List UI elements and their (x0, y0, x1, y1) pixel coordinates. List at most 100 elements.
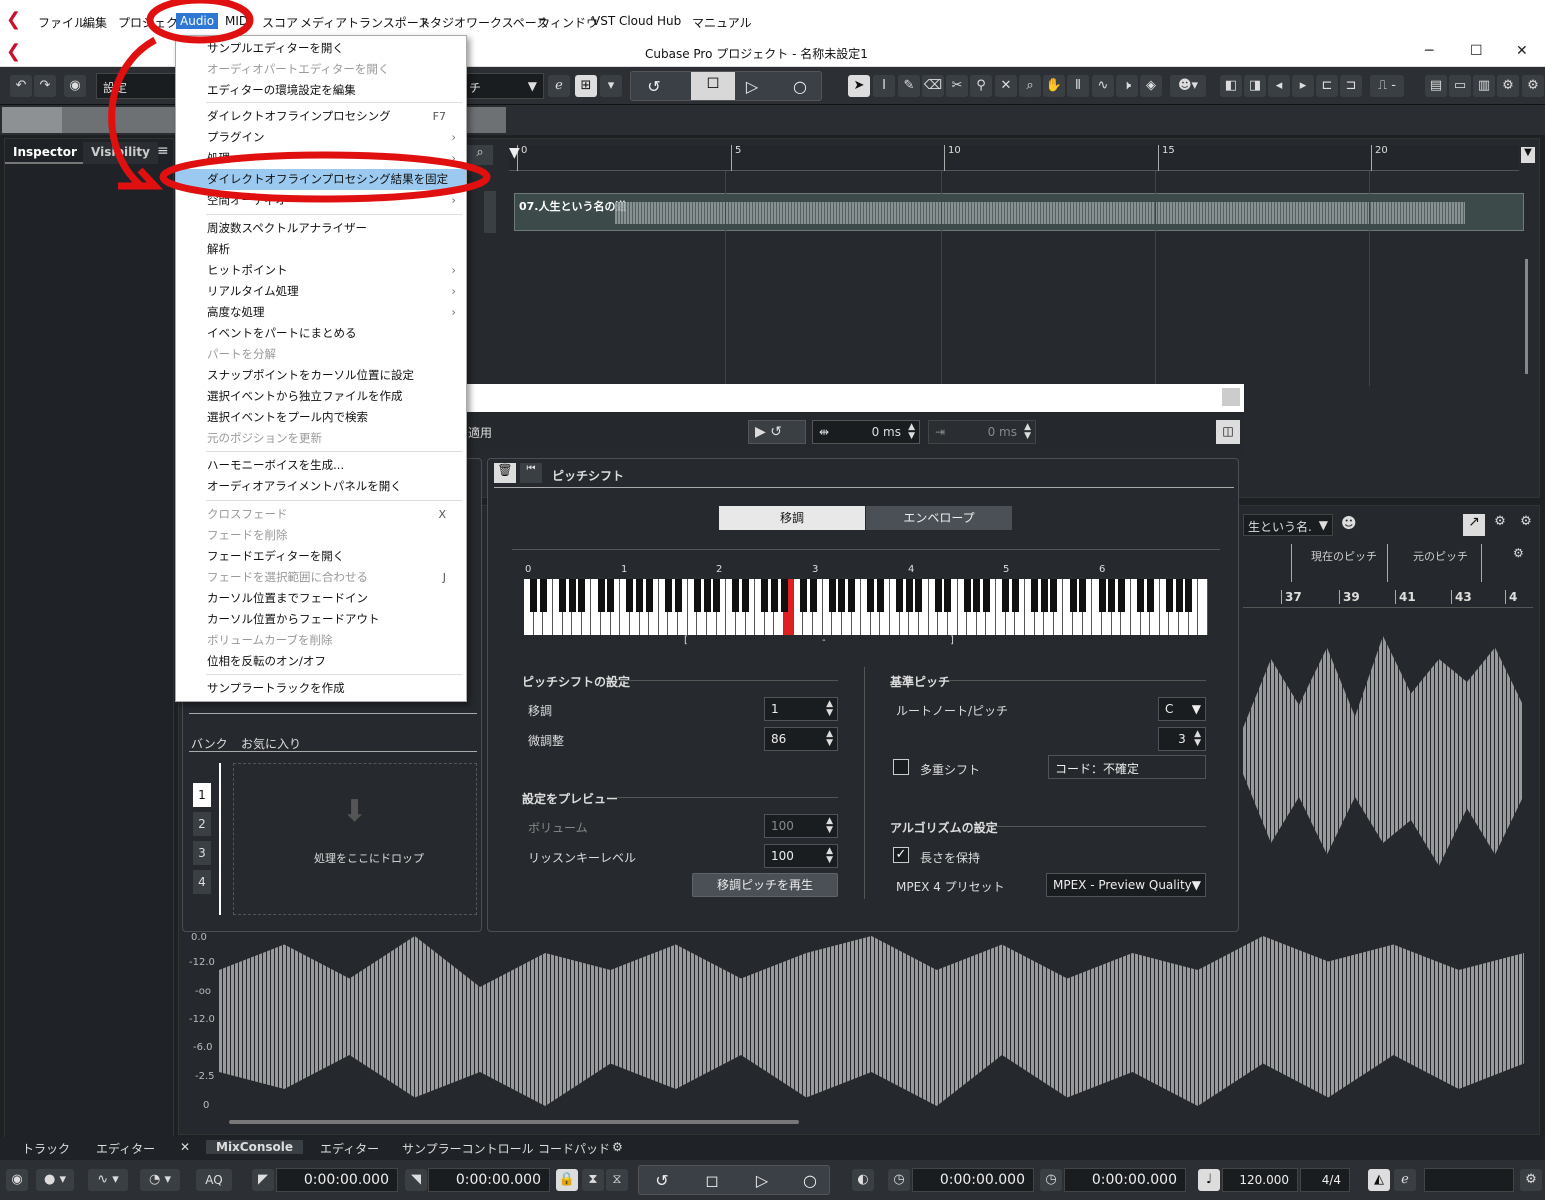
menu-item[interactable]: プラグイン › (176, 127, 466, 148)
tab-chord-pads[interactable]: コードパッド (538, 1140, 610, 1157)
menu-item[interactable]: カーソル位置までフェードイン (176, 588, 466, 609)
piano-black-key[interactable] (559, 579, 567, 612)
audio-event[interactable]: 07.人生という名の道 (514, 193, 1524, 231)
spinner-icon[interactable]: ▲ ▼ (1194, 730, 1201, 748)
right-locator-time[interactable]: 0:00:00.000 (428, 1168, 550, 1192)
edit-icon[interactable]: ℯ (1394, 1169, 1416, 1191)
clock-icon[interactable]: ◷ (888, 1169, 910, 1191)
piano-black-key[interactable] (1185, 579, 1193, 612)
gear-icon[interactable]: ⚙ (1520, 1169, 1542, 1191)
preview-play-loop-button[interactable]: ▶ ↺ (748, 420, 806, 444)
spinner-icon[interactable]: ▲ ▼ (826, 730, 833, 748)
piano-black-key[interactable] (693, 579, 701, 612)
menu-item[interactable]: フェードを選択範囲に合わせる J (176, 567, 466, 588)
piano-black-key[interactable] (1011, 579, 1019, 612)
speaker-icon[interactable]: 🕨 (1116, 75, 1138, 97)
stop-icon[interactable]: ◻ (701, 1171, 723, 1191)
play-transposed-button[interactable]: 移調ピッチを再生 (692, 873, 838, 897)
primary-time-display[interactable]: 0:00:00.000 (912, 1168, 1034, 1192)
menu-item[interactable]: 選択イベントから独立ファイルを作成 (176, 386, 466, 407)
chevron-down-icon[interactable]: ▼ (1521, 147, 1535, 163)
volume-field[interactable]: 100 ▲ ▼ (764, 814, 838, 838)
menu-item[interactable]: 元のポジションを更新 (176, 428, 466, 449)
menu-icon[interactable]: ≡ (157, 143, 169, 159)
piano-black-key[interactable] (1098, 579, 1106, 612)
menu-item[interactable]: ダイレクトオフラインプロセシング結果を固定 (176, 169, 466, 190)
range-select-icon[interactable]: I (873, 75, 895, 97)
layout-bottom-icon[interactable]: ▭ (1449, 75, 1471, 97)
time-signature-display[interactable]: 4/4 (1300, 1168, 1350, 1192)
bank-label[interactable]: バンク (191, 735, 228, 752)
menu-item[interactable]: 高度な処理 › (176, 302, 466, 323)
nudge-right-icon[interactable]: ◨ (1244, 75, 1266, 97)
object-select-icon[interactable]: ➤ (848, 75, 870, 97)
waveform-icon[interactable]: ∿ ▾ (88, 1169, 128, 1191)
piano-black-key[interactable] (636, 579, 644, 612)
menu-file[interactable]: ファイル (38, 14, 86, 31)
piano-black-key[interactable] (1069, 579, 1077, 612)
spinner-icon[interactable]: ▲ ▼ (826, 700, 833, 718)
drop-zone[interactable]: ⬇ 処理をここにドロップ (233, 763, 477, 915)
piano-black-key[interactable] (867, 579, 875, 612)
transpose-field[interactable]: 1 ▲ ▼ (764, 697, 838, 721)
spinner-icon[interactable]: ▲ ▼ (826, 817, 833, 835)
face-icon[interactable]: ☻ (1341, 514, 1363, 536)
piano-black-key[interactable] (645, 579, 653, 612)
slot-2[interactable]: 2 (193, 812, 211, 836)
piano-black-key[interactable] (828, 579, 836, 612)
arrow-left-icon[interactable]: ◂ (1268, 75, 1290, 97)
close-button[interactable]: ✕ (1516, 43, 1528, 59)
menu-item[interactable]: パートを分解 (176, 344, 466, 365)
vertical-scrollbar[interactable] (1525, 259, 1528, 374)
warp-icon[interactable]: ∿ (1092, 75, 1114, 97)
menu-item[interactable]: 処理 › (176, 148, 466, 169)
settings-icon[interactable]: ⚙ (1489, 514, 1511, 536)
right-locator-icon[interactable]: ◥ (405, 1169, 427, 1191)
piano-black-key[interactable] (1050, 579, 1058, 612)
tab-visibility[interactable]: Visibility (83, 142, 158, 164)
piano-black-key[interactable] (597, 579, 605, 612)
root-octave-field[interactable]: 3 ▲ ▼ (1158, 727, 1206, 751)
piano-black-key[interactable] (1108, 579, 1116, 612)
menu-vst-cloud[interactable]: VST Cloud (592, 14, 653, 28)
piano-black-key[interactable] (944, 579, 952, 612)
piano-black-key[interactable] (578, 579, 586, 612)
piano-black-key[interactable] (1002, 579, 1010, 612)
gear-icon[interactable]: ⚙ (612, 1140, 623, 1154)
constrain-icon[interactable]: ◉ (6, 1169, 28, 1191)
piano-black-key[interactable] (915, 579, 923, 612)
stop-icon[interactable]: ◻ (691, 72, 735, 100)
keep-length-checkbox[interactable]: ✓ (893, 847, 909, 863)
menu-item[interactable]: オーディオアライメントパネルを開く (176, 476, 466, 497)
snap-icon[interactable]: ⊞ (575, 75, 597, 97)
menu-item[interactable]: 選択イベントをプール内で検索 (176, 407, 466, 428)
comp-icon[interactable]: ⫴ (1067, 75, 1089, 97)
left-locator-time[interactable]: 0:00:00.000 (276, 1168, 398, 1192)
left-locator-icon[interactable]: ◤ (252, 1169, 274, 1191)
piano-keyboard[interactable] (524, 579, 1208, 635)
menu-item[interactable]: スナップポイントをカーソル位置に設定 (176, 365, 466, 386)
piano-black-key[interactable] (1079, 579, 1087, 612)
pre-crossfade-field[interactable]: ⇹ 0 ms ▲ ▼ (812, 420, 920, 444)
piano-black-key[interactable] (905, 579, 913, 612)
nudge-left-icon[interactable]: ◧ (1220, 75, 1242, 97)
redo-icon[interactable]: ↷ (34, 75, 56, 97)
maximize-button[interactable]: ☐ (1470, 43, 1483, 59)
piano-black-key[interactable] (761, 579, 769, 612)
slot-4[interactable]: 4 (193, 870, 211, 894)
piano-black-key[interactable] (568, 579, 576, 612)
close-icon[interactable]: ✕ (180, 1140, 190, 1154)
menu-item[interactable]: ヒットポイント › (176, 260, 466, 281)
quantize-icon[interactable]: ⎍ - (1370, 75, 1404, 97)
menu-item[interactable]: オーディオパートエディターを開く (176, 59, 466, 80)
menu-item[interactable]: 周波数スペクトルアナライザー (176, 218, 466, 239)
layout-right-icon[interactable]: ▥ (1473, 75, 1495, 97)
piano-black-key[interactable] (1137, 579, 1145, 612)
menu-item[interactable]: 位相を反転のオン/オフ (176, 651, 466, 672)
piano-black-key[interactable] (742, 579, 750, 612)
mute-icon[interactable]: ✕ (995, 75, 1017, 97)
piano-black-key[interactable] (770, 579, 778, 612)
clock-icon[interactable]: ◷ (1040, 1169, 1062, 1191)
menu-workspace[interactable]: ワークスペース (466, 14, 548, 31)
piano-black-key[interactable] (876, 579, 884, 612)
